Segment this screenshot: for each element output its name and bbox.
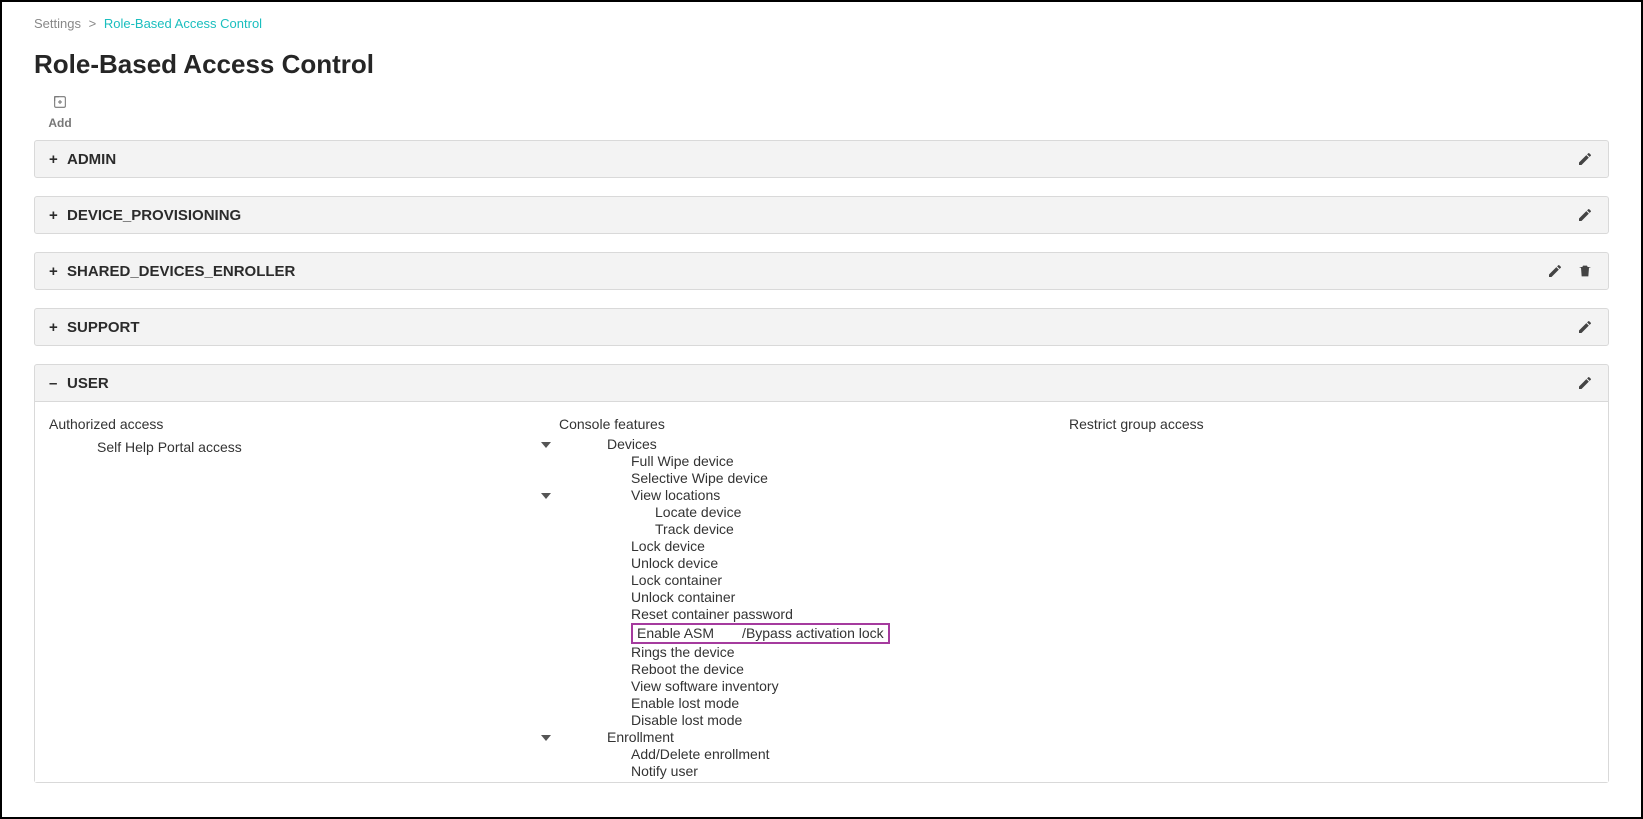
caret-down-icon: [541, 442, 551, 448]
tree-node-reboot-device[interactable]: Reboot the device: [559, 661, 1069, 678]
tree-node-view-software-inventory[interactable]: View software inventory: [559, 678, 1069, 695]
tree-node-rings-device[interactable]: Rings the device: [559, 644, 1069, 661]
caret-down-icon: [541, 735, 551, 741]
tree-node-unlock-device[interactable]: Unlock device: [559, 555, 1069, 572]
tree-node-devices[interactable]: Devices: [559, 436, 1069, 453]
role-title: SUPPORT: [67, 319, 1576, 336]
breadcrumb: Settings > Role-Based Access Control: [34, 16, 1609, 31]
role-panel: + DEVICE_PROVISIONING: [34, 196, 1609, 234]
role-panel: + SUPPORT: [34, 308, 1609, 346]
expand-icon: +: [49, 319, 61, 336]
breadcrumb-current-link[interactable]: Role-Based Access Control: [104, 16, 262, 31]
role-header-user[interactable]: – USER: [35, 365, 1608, 401]
edit-button[interactable]: [1576, 318, 1594, 336]
tree-node-enrollment[interactable]: Enrollment: [559, 729, 1069, 746]
add-icon: [52, 94, 68, 113]
breadcrumb-root[interactable]: Settings: [34, 16, 81, 31]
restrict-group-access-column: Restrict group access: [1069, 416, 1594, 780]
add-button-label: Add: [48, 116, 71, 130]
restrict-group-access-heading: Restrict group access: [1069, 416, 1594, 432]
highlight-box: Enable ASM /Bypass activation lock: [631, 623, 890, 644]
tree-node-disable-lost-mode[interactable]: Disable lost mode: [559, 712, 1069, 729]
console-features-column: Console features Devices Full Wipe devic…: [559, 416, 1069, 780]
tree-node-notify-user[interactable]: Notify user: [559, 763, 1069, 780]
expand-icon: +: [49, 263, 61, 280]
role-header[interactable]: + ADMIN: [35, 141, 1608, 177]
tree-node-enable-asm-bypass[interactable]: Enable ASM /Bypass activation lock: [559, 623, 1069, 644]
tree-node-locate-device[interactable]: Locate device: [559, 504, 1069, 521]
role-title: USER: [67, 375, 1576, 392]
tree-node-unlock-container[interactable]: Unlock container: [559, 589, 1069, 606]
authorized-access-column: Authorized access Self Help Portal acces…: [49, 416, 559, 780]
role-panel: + ADMIN: [34, 140, 1609, 178]
role-header[interactable]: + SUPPORT: [35, 309, 1608, 345]
breadcrumb-separator: >: [89, 16, 97, 31]
role-panel-user: – USER Authorized access Self Help Porta…: [34, 364, 1609, 783]
edit-button[interactable]: [1546, 262, 1564, 280]
role-title: DEVICE_PROVISIONING: [67, 207, 1576, 224]
tree-node-enable-lost-mode[interactable]: Enable lost mode: [559, 695, 1069, 712]
page-container: Settings > Role-Based Access Control Rol…: [2, 2, 1641, 783]
tree-node-view-locations[interactable]: View locations: [559, 487, 1069, 504]
expand-icon: +: [49, 207, 61, 224]
edit-button[interactable]: [1576, 374, 1594, 392]
authorized-access-heading: Authorized access: [49, 416, 559, 432]
role-panel: + SHARED_DEVICES_ENROLLER: [34, 252, 1609, 290]
collapse-icon: –: [49, 375, 61, 392]
delete-button[interactable]: [1576, 262, 1594, 280]
caret-down-icon: [541, 493, 551, 499]
role-header[interactable]: + DEVICE_PROVISIONING: [35, 197, 1608, 233]
console-features-heading: Console features: [559, 416, 1069, 432]
tree-node-full-wipe[interactable]: Full Wipe device: [559, 453, 1069, 470]
tree-node-selective-wipe[interactable]: Selective Wipe device: [559, 470, 1069, 487]
role-title: ADMIN: [67, 151, 1576, 168]
add-button[interactable]: Add: [34, 94, 86, 130]
page-title: Role-Based Access Control: [34, 49, 1609, 80]
tree-node-track-device[interactable]: Track device: [559, 521, 1069, 538]
tree-node-add-delete-enrollment[interactable]: Add/Delete enrollment: [559, 746, 1069, 763]
role-header[interactable]: + SHARED_DEVICES_ENROLLER: [35, 253, 1608, 289]
tree-node-lock-container[interactable]: Lock container: [559, 572, 1069, 589]
role-body-user: Authorized access Self Help Portal acces…: [35, 401, 1608, 782]
edit-button[interactable]: [1576, 206, 1594, 224]
authorized-access-item[interactable]: Self Help Portal access: [49, 436, 559, 458]
role-title: SHARED_DEVICES_ENROLLER: [67, 263, 1546, 280]
tree-node-reset-container-password[interactable]: Reset container password: [559, 606, 1069, 623]
tree-node-lock-device[interactable]: Lock device: [559, 538, 1069, 555]
expand-icon: +: [49, 151, 61, 168]
edit-button[interactable]: [1576, 150, 1594, 168]
